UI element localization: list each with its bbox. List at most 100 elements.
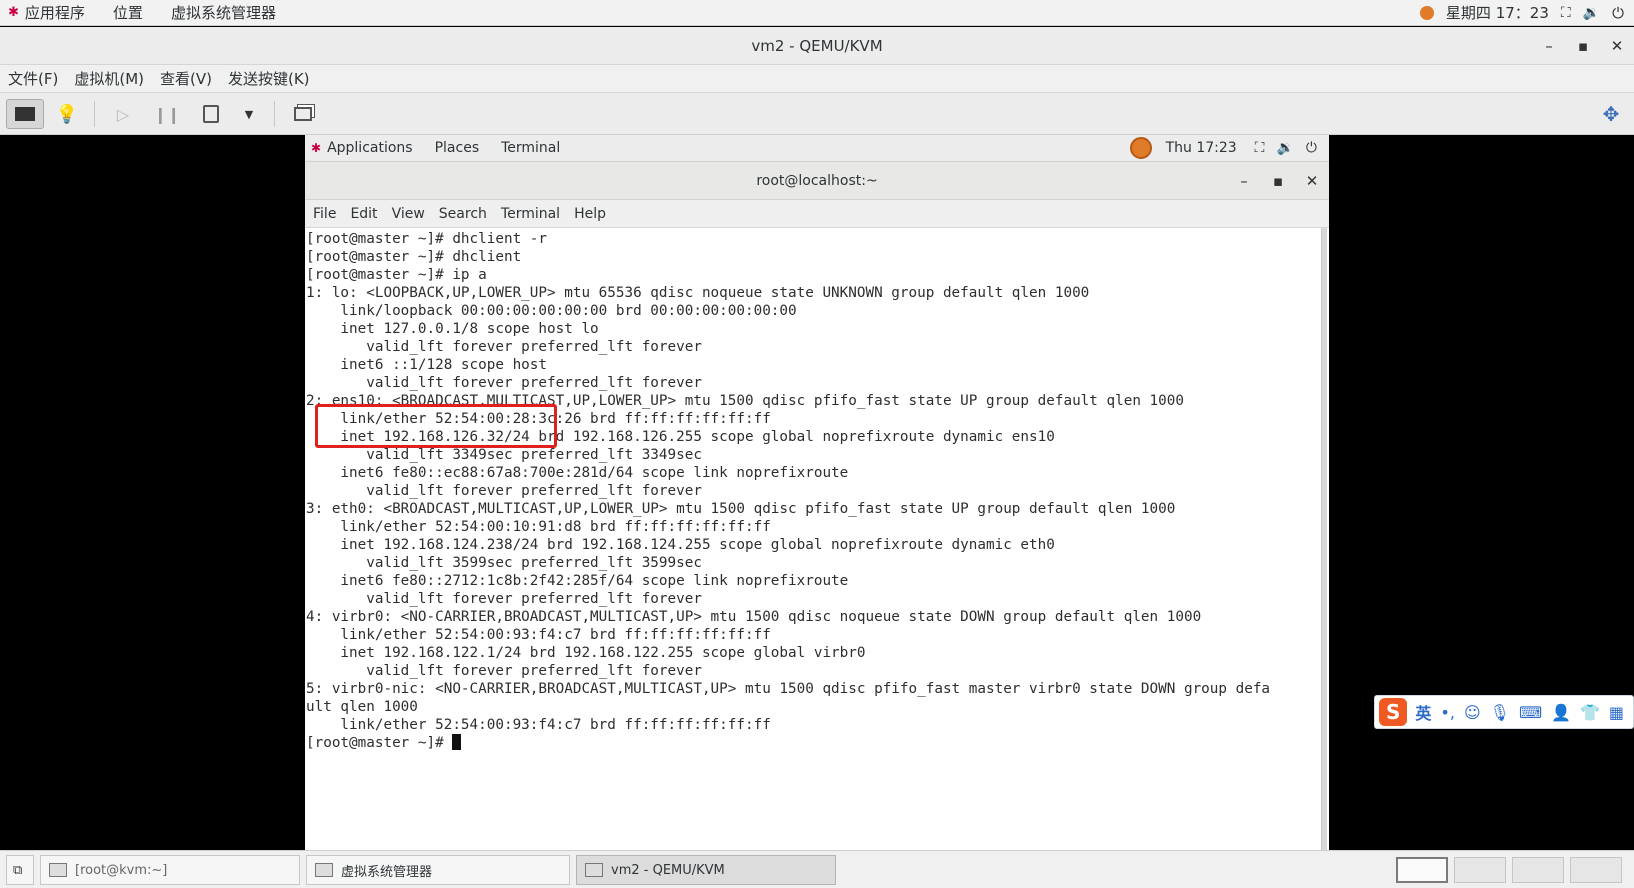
vm-app-icon — [585, 863, 603, 877]
task-vm2[interactable]: vm2 - QEMU/KVM — [576, 855, 836, 885]
snapshots-button[interactable] — [288, 99, 318, 129]
terminal-line: valid_lft forever preferred_lft forever — [306, 663, 702, 679]
vm-menu-send-key[interactable]: 发送按键(K) — [228, 68, 310, 89]
term-menu-search[interactable]: Search — [439, 206, 487, 222]
task-terminal[interactable]: [root@kvm:~] — [40, 855, 300, 885]
terminal-scrollbar[interactable] — [1321, 228, 1327, 850]
guest-app-menu: ✱ Applications Places Terminal — [305, 135, 582, 161]
term-menu-edit[interactable]: Edit — [350, 206, 377, 222]
host-volume-icon[interactable]: 🔉 — [1583, 5, 1600, 21]
annotation-highlight-box — [315, 404, 557, 448]
host-apps-icon[interactable]: ✱ — [8, 5, 19, 20]
workspace-3[interactable] — [1512, 857, 1564, 883]
shutdown-button[interactable] — [196, 99, 226, 129]
vm-menu-view[interactable]: 查看(V) — [160, 68, 212, 89]
host-menu-places[interactable]: 位置 — [113, 2, 143, 23]
host-power-icon[interactable]: ⏻ — [1612, 4, 1624, 22]
host-menu-applications[interactable]: 应用程序 — [25, 2, 85, 23]
guest-menu-places[interactable]: Places — [435, 140, 480, 156]
toolbar-separator — [94, 101, 95, 127]
terminal-line: [root@master ~]# dhclient -r — [306, 231, 548, 247]
show-desktop-button[interactable]: ⧉ — [6, 855, 34, 885]
term-menu-help[interactable]: Help — [574, 206, 606, 222]
maximize-icon[interactable]: ▪ — [1261, 172, 1295, 190]
term-menu-file[interactable]: File — [313, 206, 336, 222]
host-clock[interactable]: 星期四 17：23 — [1446, 2, 1549, 23]
microphone-icon[interactable]: 🎙 — [1490, 703, 1510, 722]
guest-menu-terminal[interactable]: Terminal — [501, 140, 560, 156]
guest-display[interactable]: ✱ Applications Places Terminal Thu 17:23… — [305, 135, 1329, 850]
workspace-1[interactable] — [1396, 857, 1448, 883]
run-button[interactable]: ▷ — [108, 99, 138, 129]
guest-power-icon[interactable]: ⏻ — [1306, 140, 1317, 156]
sogou-logo-icon[interactable]: S — [1379, 698, 1408, 726]
ime-mode-toggle[interactable]: 英 — [1415, 700, 1431, 724]
terminal-cursor — [452, 734, 462, 750]
shutdown-menu-button[interactable]: ▼ — [238, 99, 260, 129]
task-virt-manager[interactable]: 虚拟系统管理器 — [306, 855, 570, 885]
ime-punctuation-toggle[interactable]: •, — [1440, 703, 1455, 722]
workspace-4[interactable] — [1570, 857, 1622, 883]
host-menu-virt-manager[interactable]: 虚拟系统管理器 — [171, 2, 276, 23]
host-status-icon[interactable] — [1419, 5, 1434, 20]
terminal-app-icon — [49, 863, 67, 877]
task-label: 虚拟系统管理器 — [341, 864, 433, 880]
host-tray: 星期四 17：23 ⛶ 🔉 ⏻ — [1408, 0, 1624, 25]
fullscreen-button[interactable]: ✥ — [1596, 99, 1626, 129]
minimize-icon[interactable]: – — [1532, 37, 1566, 55]
guest-apps-icon[interactable]: ✱ — [311, 141, 321, 155]
terminal-line: 1: lo: <LOOPBACK,UP,LOWER_UP> mtu 65536 … — [306, 285, 1090, 301]
skin-icon[interactable]: 👕 — [1580, 703, 1600, 722]
toolbar-separator — [274, 101, 275, 127]
guest-menu-applications[interactable]: Applications — [327, 140, 413, 156]
guest-top-panel: ✱ Applications Places Terminal Thu 17:23… — [305, 135, 1329, 162]
host-network-icon[interactable]: ⛶ — [1561, 5, 1571, 21]
terminal-line: link/ether 52:54:00:93:f4:c7 brd ff:ff:f… — [306, 717, 771, 733]
vm-window-titlebar[interactable]: vm2 - QEMU/KVM – ▪ ✕ — [0, 27, 1634, 65]
terminal-menubar: File Edit View Search Terminal Help — [305, 200, 1329, 228]
close-icon[interactable]: ✕ — [1295, 172, 1329, 190]
keyboard-icon[interactable]: ⌨ — [1519, 703, 1542, 722]
guest-clock[interactable]: Thu 17:23 — [1166, 140, 1237, 156]
term-menu-terminal[interactable]: Terminal — [501, 206, 560, 222]
virt-manager-app-icon — [315, 863, 333, 877]
terminal-output[interactable]: [root@master ~]# dhclient -r [root@maste… — [305, 228, 1319, 850]
emoji-icon[interactable]: ☺ — [1464, 703, 1481, 722]
pause-button[interactable]: ❙❙ — [152, 99, 182, 129]
terminal-line: inet6 fe80::ec88:67a8:700e:281d/64 scope… — [306, 465, 849, 481]
guest-network-icon[interactable]: ⛶ — [1255, 140, 1265, 156]
terminal-line: inet 127.0.0.1/8 scope host lo — [306, 321, 599, 337]
terminal-line: link/ether 52:54:00:93:f4:c7 brd ff:ff:f… — [306, 627, 771, 643]
guest-status-icon[interactable] — [1129, 137, 1152, 159]
vm-menu-machine[interactable]: 虚拟机(M) — [74, 68, 144, 89]
vm-window-controls: – ▪ ✕ — [1532, 27, 1634, 64]
terminal-line: valid_lft 3599sec preferred_lft 3599sec — [306, 555, 702, 571]
monitor-icon — [15, 107, 35, 121]
term-menu-view[interactable]: View — [392, 206, 425, 222]
host-taskbar: ⧉ [root@kvm:~] 虚拟系统管理器 vm2 - QEMU/KVM — [0, 850, 1634, 888]
terminal-line: ult qlen 1000 — [306, 699, 418, 715]
user-icon[interactable]: 👤 — [1551, 703, 1571, 722]
host-top-panel: ✱ 应用程序 位置 虚拟系统管理器 星期四 17：23 ⛶ 🔉 ⏻ — [0, 0, 1634, 26]
terminal-line: 5: virbr0-nic: <NO-CARRIER,BROADCAST,MUL… — [306, 681, 1271, 697]
terminal-line: link/loopback 00:00:00:00:00:00 brd 00:0… — [306, 303, 797, 319]
console-view-button[interactable] — [6, 99, 44, 129]
terminal-line: valid_lft forever preferred_lft forever — [306, 591, 702, 607]
minimize-icon[interactable]: – — [1227, 172, 1261, 190]
terminal-line: inet6 ::1/128 scope host — [306, 357, 548, 373]
terminal-titlebar[interactable]: root@localhost:~ – ▪ ✕ — [305, 162, 1329, 200]
toolbox-icon[interactable]: ▦ — [1609, 703, 1624, 722]
workspace-2[interactable] — [1454, 857, 1506, 883]
terminal-prompt-line[interactable]: [root@master ~]# — [306, 734, 1319, 752]
host-app-menu: ✱ 应用程序 位置 虚拟系统管理器 — [0, 0, 304, 25]
vm-menu-file[interactable]: 文件(F) — [8, 68, 58, 89]
guest-volume-icon[interactable]: 🔉 — [1276, 140, 1293, 156]
maximize-icon[interactable]: ▪ — [1566, 37, 1600, 55]
terminal-line: [root@master ~]# dhclient — [306, 249, 522, 265]
details-view-button[interactable]: 💡 — [52, 99, 82, 129]
terminal-line: [root@master ~]# ip a — [306, 267, 487, 283]
terminal-line: valid_lft forever preferred_lft forever — [306, 483, 702, 499]
terminal-prompt: [root@master ~]# — [306, 735, 453, 751]
chevron-down-icon: ▼ — [244, 107, 254, 121]
close-icon[interactable]: ✕ — [1600, 37, 1634, 55]
